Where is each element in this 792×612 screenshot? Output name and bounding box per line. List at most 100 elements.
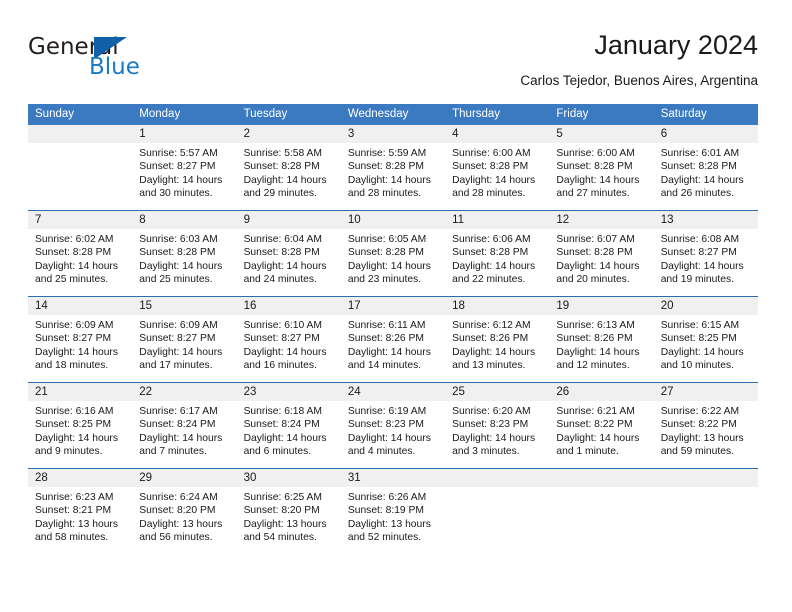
day-cell-details[interactable]: Sunrise: 6:08 AM Sunset: 8:27 PM Dayligh…: [654, 229, 758, 296]
day-cell-details[interactable]: Sunrise: 6:19 AM Sunset: 8:23 PM Dayligh…: [341, 401, 445, 468]
day-number[interactable]: 2: [237, 125, 341, 143]
day-number[interactable]: 21: [28, 383, 132, 401]
calendar-week-row: 21 22 23 24 25 26 27 Sunrise: 6:16 AM Sunset: 8…: [28, 382, 758, 468]
day-cell-details[interactable]: Sunrise: 6:10 AM Sunset: 8:27 PM Dayligh…: [237, 315, 341, 382]
day-of-week-header: Tuesday: [243, 108, 288, 120]
day-number[interactable]: 24: [341, 383, 445, 401]
day-of-week-header: Wednesday: [347, 108, 409, 120]
day-number[interactable]: 19: [549, 297, 653, 315]
day-cell-details: [445, 487, 549, 554]
day-number[interactable]: 18: [445, 297, 549, 315]
day-cell-details[interactable]: Sunrise: 6:09 AM Sunset: 8:27 PM Dayligh…: [132, 315, 236, 382]
day-number[interactable]: 1: [132, 125, 236, 143]
calendar-week-row: 28 29 30 31 Sunrise: 6:23 AM Sunset: 8:21 PM…: [28, 468, 758, 554]
day-number[interactable]: 8: [132, 211, 236, 229]
day-number[interactable]: 11: [445, 211, 549, 229]
day-cell-details[interactable]: Sunrise: 6:21 AM Sunset: 8:22 PM Dayligh…: [549, 401, 653, 468]
day-cell-details[interactable]: Sunrise: 6:20 AM Sunset: 8:23 PM Dayligh…: [445, 401, 549, 468]
day-cell-details[interactable]: Sunrise: 6:18 AM Sunset: 8:24 PM Dayligh…: [237, 401, 341, 468]
day-cell-details[interactable]: Sunrise: 6:00 AM Sunset: 8:28 PM Dayligh…: [549, 143, 653, 210]
day-number[interactable]: 13: [654, 211, 758, 229]
day-of-week-header: Friday: [556, 108, 589, 120]
day-cell-details[interactable]: Sunrise: 6:02 AM Sunset: 8:28 PM Dayligh…: [28, 229, 132, 296]
day-cell-details[interactable]: Sunrise: 6:03 AM Sunset: 8:28 PM Dayligh…: [132, 229, 236, 296]
page-subtitle: Carlos Tejedor, Buenos Aires, Argentina: [520, 73, 758, 88]
day-cell-details[interactable]: Sunrise: 6:01 AM Sunset: 8:28 PM Dayligh…: [654, 143, 758, 210]
day-number[interactable]: 15: [132, 297, 236, 315]
calendar-weeks: 1 2 3 4 5 6 Sunrise: 5:57 AM Sunset: 8:27 PM D…: [28, 125, 758, 554]
day-number[interactable]: 25: [445, 383, 549, 401]
week-detail-row: Sunrise: 6:09 AM Sunset: 8:27 PM Dayligh…: [28, 315, 758, 382]
day-number[interactable]: 28: [28, 469, 132, 487]
day-cell-details[interactable]: Sunrise: 5:59 AM Sunset: 8:28 PM Dayligh…: [341, 143, 445, 210]
day-number: [654, 469, 758, 487]
day-cell-details[interactable]: Sunrise: 6:15 AM Sunset: 8:25 PM Dayligh…: [654, 315, 758, 382]
day-cell-details[interactable]: Sunrise: 6:26 AM Sunset: 8:19 PM Dayligh…: [341, 487, 445, 554]
general-blue-logo: General Blue: [28, 34, 188, 84]
calendar-week-row: 14 15 16 17 18 19 20 Sunrise: 6:09 AM Sunset: 8…: [28, 296, 758, 382]
day-number[interactable]: 23: [237, 383, 341, 401]
week-date-number-row: 28 29 30 31: [28, 469, 758, 487]
day-cell-details[interactable]: Sunrise: 6:06 AM Sunset: 8:28 PM Dayligh…: [445, 229, 549, 296]
day-number[interactable]: 30: [237, 469, 341, 487]
day-cell-details[interactable]: Sunrise: 6:09 AM Sunset: 8:27 PM Dayligh…: [28, 315, 132, 382]
day-number[interactable]: 20: [654, 297, 758, 315]
day-cell-details[interactable]: Sunrise: 6:23 AM Sunset: 8:21 PM Dayligh…: [28, 487, 132, 554]
day-cell-details[interactable]: Sunrise: 6:07 AM Sunset: 8:28 PM Dayligh…: [549, 229, 653, 296]
week-date-number-row: 21 22 23 24 25 26 27: [28, 383, 758, 401]
week-date-number-row: 123456: [28, 125, 758, 143]
day-of-week-header: Thursday: [452, 108, 501, 120]
day-cell-details[interactable]: Sunrise: 6:05 AM Sunset: 8:28 PM Dayligh…: [341, 229, 445, 296]
calendar-day-header-row: Sunday Monday Tuesday Wednesday Thursday Frid…: [28, 104, 758, 125]
day-of-week-header: Saturday: [660, 108, 707, 120]
day-cell-details[interactable]: Sunrise: 6:24 AM Sunset: 8:20 PM Dayligh…: [132, 487, 236, 554]
day-cell-details[interactable]: Sunrise: 6:12 AM Sunset: 8:26 PM Dayligh…: [445, 315, 549, 382]
day-number[interactable]: 6: [654, 125, 758, 143]
day-number[interactable]: 5: [549, 125, 653, 143]
day-number: [445, 469, 549, 487]
week-detail-row: Sunrise: 6:23 AM Sunset: 8:21 PM Dayligh…: [28, 487, 758, 554]
week-date-number-row: 7 8 9 10 11 12 13: [28, 211, 758, 229]
day-number[interactable]: 10: [341, 211, 445, 229]
day-cell-details: [28, 143, 132, 210]
day-number[interactable]: 12: [549, 211, 653, 229]
day-cell-details[interactable]: Sunrise: 6:04 AM Sunset: 8:28 PM Dayligh…: [237, 229, 341, 296]
day-of-week-header: Sunday: [35, 108, 75, 120]
day-number[interactable]: 16: [237, 297, 341, 315]
page-header: General Blue January 2024 Carlos Tejedor…: [28, 28, 758, 96]
day-cell-details[interactable]: Sunrise: 6:16 AM Sunset: 8:25 PM Dayligh…: [28, 401, 132, 468]
day-number: [549, 469, 653, 487]
calendar-page: General Blue January 2024 Carlos Tejedor…: [0, 0, 792, 612]
day-cell-details[interactable]: Sunrise: 6:13 AM Sunset: 8:26 PM Dayligh…: [549, 315, 653, 382]
week-detail-row: Sunrise: 5:57 AM Sunset: 8:27 PM Dayligh…: [28, 143, 758, 210]
week-date-number-row: 14 15 16 17 18 19 20: [28, 297, 758, 315]
day-number[interactable]: 26: [549, 383, 653, 401]
day-cell-details[interactable]: Sunrise: 6:17 AM Sunset: 8:24 PM Dayligh…: [132, 401, 236, 468]
calendar-table: Sunday Monday Tuesday Wednesday Thursday Frid…: [28, 104, 758, 554]
day-number[interactable]: 22: [132, 383, 236, 401]
day-cell-details[interactable]: Sunrise: 5:58 AM Sunset: 8:28 PM Dayligh…: [237, 143, 341, 210]
day-cell-details[interactable]: Sunrise: 5:57 AM Sunset: 8:27 PM Dayligh…: [132, 143, 236, 210]
day-number[interactable]: 27: [654, 383, 758, 401]
day-cell-details: [549, 487, 653, 554]
day-cell-details[interactable]: Sunrise: 6:25 AM Sunset: 8:20 PM Dayligh…: [237, 487, 341, 554]
day-cell-details: [654, 487, 758, 554]
day-number[interactable]: 3: [341, 125, 445, 143]
day-number: [28, 125, 132, 143]
logo-text-blue: Blue: [89, 54, 140, 80]
day-of-week-header: Monday: [139, 108, 181, 120]
day-cell-details[interactable]: Sunrise: 6:11 AM Sunset: 8:26 PM Dayligh…: [341, 315, 445, 382]
calendar-week-row: 7 8 9 10 11 12 13 Sunrise: 6:02 AM Sunset: 8:28…: [28, 210, 758, 296]
day-cell-details[interactable]: Sunrise: 6:22 AM Sunset: 8:22 PM Dayligh…: [654, 401, 758, 468]
day-number[interactable]: 14: [28, 297, 132, 315]
week-detail-row: Sunrise: 6:02 AM Sunset: 8:28 PM Dayligh…: [28, 229, 758, 296]
day-number[interactable]: 7: [28, 211, 132, 229]
day-number[interactable]: 9: [237, 211, 341, 229]
week-detail-row: Sunrise: 6:16 AM Sunset: 8:25 PM Dayligh…: [28, 401, 758, 468]
day-cell-details[interactable]: Sunrise: 6:00 AM Sunset: 8:28 PM Dayligh…: [445, 143, 549, 210]
day-number[interactable]: 17: [341, 297, 445, 315]
calendar-week-row: 1 2 3 4 5 6 Sunrise: 5:57 AM Sunset: 8:27 PM D…: [28, 125, 758, 210]
day-number[interactable]: 29: [132, 469, 236, 487]
day-number[interactable]: 4: [445, 125, 549, 143]
day-number[interactable]: 31: [341, 469, 445, 487]
